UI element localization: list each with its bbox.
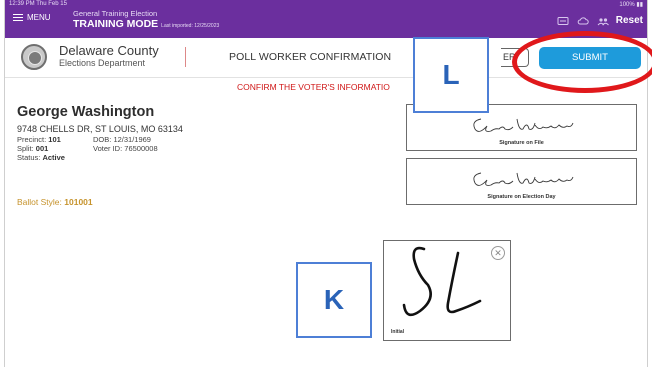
voter-name: George Washington (17, 104, 155, 120)
header-row: Delaware County Elections Department POL… (5, 38, 647, 78)
signature-on-file-image (473, 118, 574, 132)
secondary-button[interactable]: ER (501, 48, 529, 67)
menu-label: MENU (27, 13, 51, 22)
dob: DOB: 12/31/1969 (93, 135, 151, 144)
page-title: POLL WORKER CONFIRMATION (229, 51, 392, 63)
callout-l: L (413, 37, 489, 113)
header-divider (185, 47, 186, 67)
menu-button[interactable]: MENU (13, 13, 51, 22)
signature-election-day-image (473, 172, 574, 186)
mode-text: TRAINING MODE (73, 18, 159, 30)
ballot-style-value: 101001 (64, 197, 93, 207)
signature-on-file-caption: Signature on File (499, 140, 544, 146)
status-time: 12:39 PM Thu Feb 15 (9, 1, 67, 7)
precinct: Precinct: 101 (17, 135, 61, 144)
ballot-style: Ballot Style: 101001 (17, 197, 93, 207)
last-imported: Last imported: 12/25/2023 (161, 23, 220, 29)
precinct-label: Precinct: (17, 135, 47, 144)
submit-button[interactable]: SUBMIT (539, 47, 641, 69)
initial-caption: Initial (391, 329, 405, 335)
dob-label: DOB: (93, 135, 112, 144)
status-value: Active (42, 153, 65, 162)
department-name: Elections Department (59, 58, 146, 68)
battery-indicator: 100% ▮▮ (619, 2, 643, 8)
voter-status: Status: Active (17, 153, 65, 162)
sync-icon[interactable] (557, 16, 569, 26)
initial-pad[interactable]: ✕ Initial (383, 240, 511, 341)
voter-id: Voter ID: 76500008 (93, 144, 158, 153)
callout-k: K (296, 262, 372, 338)
dob-value: 12/31/1969 (113, 135, 151, 144)
confirm-message: CONFIRM THE VOTER'S INFORMATIO (237, 82, 390, 92)
split-label: Split: (17, 144, 34, 153)
hamburger-icon (13, 14, 23, 22)
cloud-icon[interactable] (577, 16, 589, 26)
voter-id-value: 76500008 (124, 144, 158, 153)
voter-address: 9748 CHELLS DR, ST LOUIS, MO 63134 (17, 124, 183, 134)
split-value: 001 (35, 144, 49, 153)
precinct-value: 101 (48, 135, 61, 144)
signature-election-day-caption: Signature on Election Day (487, 194, 556, 200)
mode-label: TRAINING MODE Last imported: 12/25/2023 (73, 18, 219, 32)
ballot-style-label: Ballot Style: (17, 197, 62, 207)
status-label: Status: (17, 153, 41, 162)
election-name: General Training Election (73, 9, 158, 18)
top-bar: 12:39 PM Thu Feb 15 100% ▮▮ MENU General… (5, 0, 647, 38)
signature-election-day-box: Signature on Election Day (406, 158, 637, 205)
users-icon[interactable] (597, 16, 609, 26)
split: Split: 001 (17, 144, 48, 153)
election-title: General Training Election TRAINING MODE L… (73, 10, 219, 32)
clear-initial-icon[interactable]: ✕ (491, 246, 505, 260)
county-name: Delaware County (59, 43, 159, 58)
voter-id-label: Voter ID: (93, 144, 123, 153)
top-icons (557, 16, 609, 26)
reset-button[interactable]: Reset (616, 15, 643, 26)
county-seal-logo (21, 44, 47, 70)
